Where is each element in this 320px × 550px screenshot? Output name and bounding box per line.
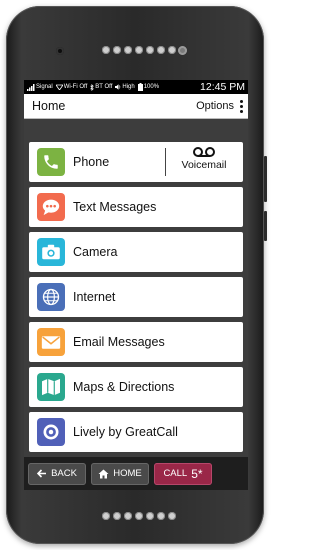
home-label: HOME bbox=[113, 468, 142, 479]
divider bbox=[165, 148, 166, 176]
list-item-label: Email Messages bbox=[73, 335, 165, 349]
arrow-left-icon bbox=[37, 469, 47, 478]
list-item-label: Phone bbox=[73, 155, 110, 169]
bottom-speaker bbox=[102, 512, 176, 520]
back-button[interactable]: BACK bbox=[28, 462, 86, 485]
list-item-maps-directions[interactable]: Maps & Directions bbox=[29, 367, 243, 407]
globe-icon bbox=[37, 283, 65, 311]
app-header: Home Options bbox=[24, 94, 248, 119]
wifi-indicator: Wi-Fi Off bbox=[55, 84, 87, 90]
back-label: BACK bbox=[51, 468, 77, 479]
bottom-navigation: BACK HOME CALL 5* bbox=[24, 457, 248, 490]
map-icon bbox=[37, 373, 65, 401]
proximity-sensor bbox=[178, 46, 187, 55]
voicemail-label: Voicemail bbox=[181, 159, 227, 171]
lively-icon bbox=[37, 418, 65, 446]
speaker-icon bbox=[115, 84, 121, 90]
list-item-phone[interactable]: Phone Voicemail bbox=[29, 142, 243, 182]
call-label: CALL bbox=[163, 468, 188, 479]
list-item-internet[interactable]: Internet bbox=[29, 277, 243, 317]
list-item-text-messages[interactable]: Text Messages bbox=[29, 187, 243, 227]
camera-icon bbox=[37, 238, 65, 266]
call-button[interactable]: CALL 5* bbox=[154, 462, 212, 485]
list-item-label: Lively by GreatCall bbox=[73, 425, 178, 439]
page-title: Home bbox=[32, 99, 66, 113]
list-item-email-messages[interactable]: Email Messages bbox=[29, 322, 243, 362]
list-item-label: Maps & Directions bbox=[73, 380, 175, 394]
phone-icon bbox=[37, 148, 65, 176]
bluetooth-icon bbox=[90, 83, 94, 91]
list-item-label: Internet bbox=[73, 290, 116, 304]
earpiece-speaker bbox=[102, 46, 176, 54]
voicemail-icon bbox=[193, 147, 215, 157]
voicemail-button[interactable]: Voicemail bbox=[167, 146, 241, 171]
options-button[interactable]: Options bbox=[196, 99, 243, 113]
front-camera-icon bbox=[56, 47, 64, 55]
call-number: 5* bbox=[191, 466, 203, 481]
list-item-lively[interactable]: Lively by GreatCall bbox=[29, 412, 243, 452]
volume-indicator: High bbox=[115, 84, 135, 90]
bluetooth-indicator: BT Off bbox=[90, 83, 112, 91]
home-icon bbox=[98, 469, 109, 478]
battery-icon bbox=[137, 83, 143, 91]
envelope-icon bbox=[37, 328, 65, 356]
status-bar: Signal Wi-Fi Off BT Off High 100% 12:45 … bbox=[24, 80, 248, 94]
signal-icon bbox=[27, 83, 35, 91]
list-item-camera[interactable]: Camera bbox=[29, 232, 243, 272]
list-item-label: Camera bbox=[73, 245, 118, 259]
speech-bubble-icon bbox=[37, 193, 65, 221]
screen: Signal Wi-Fi Off BT Off High 100% 12:45 … bbox=[24, 80, 248, 490]
home-button[interactable]: HOME bbox=[91, 462, 149, 485]
volume-button[interactable] bbox=[264, 211, 267, 241]
signal-indicator: Signal bbox=[27, 83, 53, 91]
power-button[interactable] bbox=[264, 156, 267, 202]
battery-indicator: 100% bbox=[137, 83, 159, 91]
wifi-icon bbox=[55, 84, 63, 90]
options-label: Options bbox=[196, 100, 234, 112]
clock: 12:45 PM bbox=[200, 81, 245, 93]
list-item-label: Text Messages bbox=[73, 200, 157, 214]
more-vert-icon bbox=[240, 99, 243, 113]
